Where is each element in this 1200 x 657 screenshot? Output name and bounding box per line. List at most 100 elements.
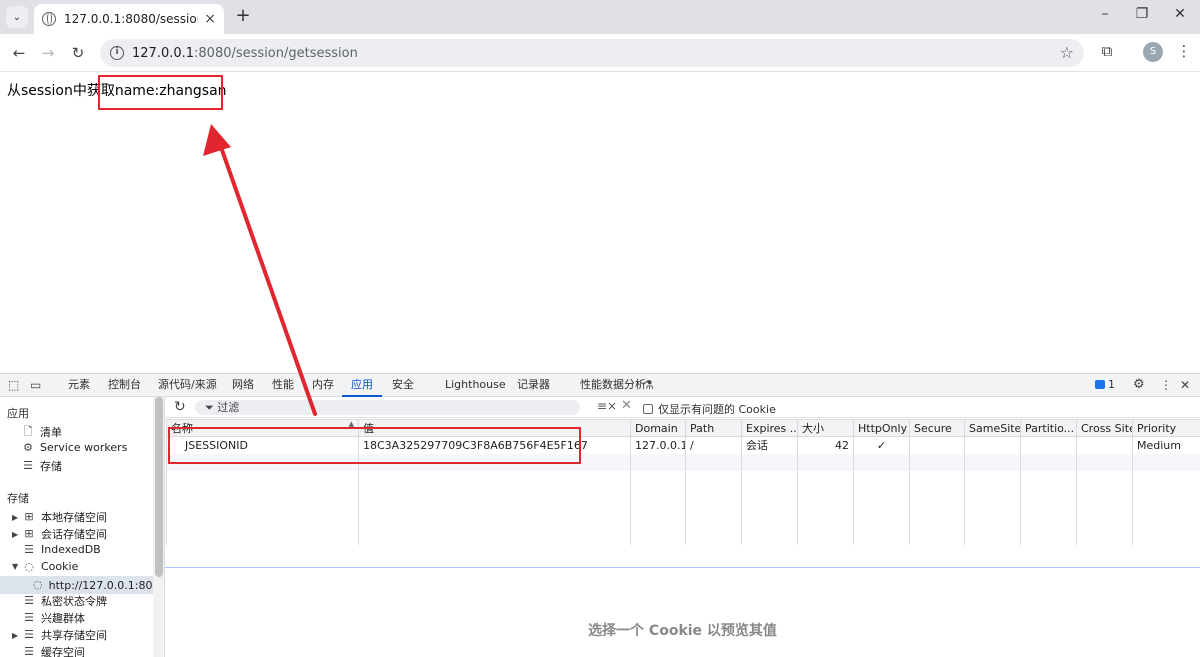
expand-triangle-icon[interactable]: ▶ [12, 513, 21, 522]
device-toolbar-icon[interactable]: ▭ [30, 378, 41, 392]
expand-triangle-icon[interactable]: ▶ [12, 530, 21, 539]
column-header-domain[interactable]: Domain [630, 419, 686, 437]
empty-cell [1132, 453, 1200, 471]
extensions-puzzle-icon[interactable]: ⧉ [1097, 42, 1117, 62]
back-arrow-icon[interactable]: ← [9, 43, 29, 63]
column-header-size[interactable]: 大小 [797, 419, 854, 437]
sidebar-section-application: 应用 [7, 407, 29, 420]
column-header-partition[interactable]: Partitio... [1020, 419, 1077, 437]
tab-elements[interactable]: 元素 [67, 374, 91, 397]
site-info-icon[interactable]: i [110, 46, 124, 60]
highlight-box-session-value [98, 75, 223, 110]
sidebar-item-cookie-origin[interactable]: ◌ http://127.0.0.1:8080 [0, 576, 164, 594]
empty-cell [685, 453, 742, 471]
reload-icon[interactable]: ↻ [68, 43, 88, 63]
column-header-samesite[interactable]: SameSite [964, 419, 1021, 437]
cell-samesite[interactable] [964, 436, 1021, 454]
only-issues-checkbox[interactable]: 仅显示有问题的 Cookie [643, 401, 776, 417]
column-header-priority[interactable]: Priority [1132, 419, 1200, 437]
tab-performance[interactable]: 性能 [271, 374, 295, 397]
expand-triangle-icon[interactable]: ▶ [12, 631, 21, 640]
empty-cell [853, 453, 910, 471]
sidebar-item-interest-groups[interactable]: ☰ 兴趣群体 [23, 610, 85, 626]
delete-selected-icon[interactable]: ✕ [621, 398, 632, 413]
cell-size[interactable]: 42 [797, 436, 854, 454]
highlight-box-cookie-row [168, 427, 581, 464]
collapse-triangle-icon[interactable]: ▼ [12, 562, 21, 571]
browser-tab[interactable]: 127.0.0.1:8080/session/getsession × [34, 4, 224, 34]
tab-close-icon[interactable]: × [204, 11, 216, 27]
empty-cell [1076, 470, 1133, 545]
sidebar-section-storage: 存储 [7, 492, 29, 505]
column-header-httponly[interactable]: HttpOnly [853, 419, 910, 437]
sidebar-item-local-storage[interactable]: ▶ ⊞ 本地存储空间 [12, 509, 107, 525]
empty-table-filler [166, 470, 1200, 545]
address-bar[interactable]: i 127.0.0.1:8080/session/getsession ☆ [100, 39, 1084, 67]
sidebar-item-session-storage[interactable]: ▶ ⊞ 会话存储空间 [12, 526, 107, 542]
tab-sources[interactable]: 源代码/来源 [157, 374, 218, 397]
bookmark-star-icon[interactable]: ☆ [1060, 43, 1074, 62]
devtools-menu-icon[interactable]: ⋮ [1160, 378, 1172, 392]
tab-network[interactable]: 网络 [231, 374, 255, 397]
column-header-cross-site[interactable]: Cross Site [1076, 419, 1133, 437]
sidebar-item-cache-storage[interactable]: ☰ 缓存空间 [23, 644, 85, 657]
cell-priority[interactable]: Medium [1132, 436, 1200, 454]
cell-domain[interactable]: 127.0.0.1 [630, 436, 686, 454]
forward-arrow-icon[interactable]: → [38, 43, 58, 63]
empty-cell [797, 470, 854, 545]
column-header-path[interactable]: Path [685, 419, 742, 437]
cell-cross-site[interactable] [1076, 436, 1133, 454]
cell-httponly[interactable]: ✓ [853, 436, 910, 454]
inspect-element-icon[interactable]: ⬚ [8, 378, 19, 392]
globe-icon [42, 12, 56, 26]
sidebar-item-indexeddb[interactable]: ☰ IndexedDB [23, 543, 101, 556]
window-close-icon[interactable]: ✕ [1170, 6, 1190, 22]
sidebar-item-manifest[interactable]: 🗋 清单 [22, 424, 62, 440]
empty-cell [909, 453, 965, 471]
tab-lighthouse[interactable]: Lighthouse [444, 374, 507, 397]
cell-expires[interactable]: 会话 [741, 436, 798, 454]
cell-secure[interactable] [909, 436, 965, 454]
empty-cell [853, 470, 910, 545]
minimize-icon[interactable]: – [1095, 6, 1115, 22]
tab-application[interactable]: 应用 [342, 374, 382, 397]
filter-funnel-icon: ⏷ [205, 401, 218, 414]
sidebar-item-label: Cookie [41, 560, 79, 573]
profile-avatar[interactable]: S [1143, 42, 1163, 62]
tab-memory[interactable]: 内存 [311, 374, 335, 397]
sidebar-item-label: 兴趣群体 [41, 612, 85, 625]
cell-path[interactable]: / [685, 436, 742, 454]
tab-console[interactable]: 控制台 [107, 374, 142, 397]
new-tab-button[interactable]: + [232, 6, 254, 28]
clear-filtered-cookies-icon[interactable]: ≡× [597, 399, 617, 413]
cell-partition[interactable] [1020, 436, 1077, 454]
devtools-tab-bar: ⬚ ▭ 元素 控制台 源代码/来源 网络 性能 内存 应用 安全 Lightho… [0, 374, 1200, 397]
refresh-icon[interactable]: ↻ [174, 399, 186, 415]
sidebar-item-service-workers[interactable]: ⚙ Service workers [22, 441, 127, 454]
empty-cell [685, 470, 742, 545]
table-grid-icon: ⊞ [24, 527, 34, 540]
sidebar-item-storage[interactable]: ☰ 存储 [22, 458, 62, 474]
sidebar-scrollbar-thumb[interactable] [155, 397, 163, 577]
sidebar-item-cookie[interactable]: ▼ ◌ Cookie [12, 560, 78, 573]
tab-search-chevron-icon[interactable]: ⌄ [6, 6, 28, 28]
kebab-menu-icon[interactable]: ⋮ [1175, 42, 1193, 62]
issues-badge[interactable]: 1 [1095, 378, 1115, 391]
devtools-close-icon[interactable]: ✕ [1180, 378, 1190, 392]
tab-security[interactable]: 安全 [391, 374, 415, 397]
sidebar-item-label: 私密状态令牌 [41, 595, 107, 608]
gear-icon[interactable]: ⚙ [1133, 377, 1145, 392]
sidebar-item-private-state-tokens[interactable]: ☰ 私密状态令牌 [23, 593, 107, 609]
column-header-secure[interactable]: Secure [909, 419, 965, 437]
restore-icon[interactable]: ❐ [1132, 6, 1152, 22]
empty-cell [741, 453, 798, 471]
filter-input[interactable]: ⏷ 过滤 [195, 400, 580, 415]
tab-recorder[interactable]: 记录器 [516, 374, 551, 397]
sidebar-item-shared-storage[interactable]: ▶ ☰ 共享存储空间 [12, 627, 107, 643]
application-sidebar: 应用 🗋 清单 ⚙ Service workers ☰ 存储 存储 ▶ ⊞ 本地存储空间 … [0, 397, 165, 657]
sidebar-scrollbar[interactable] [153, 397, 164, 657]
database-icon: ☰ [24, 628, 34, 641]
checkbox-box[interactable] [643, 404, 653, 414]
tab-performance-insights[interactable]: 性能数据分析 [579, 374, 647, 397]
column-header-expires[interactable]: Expires ... [741, 419, 798, 437]
